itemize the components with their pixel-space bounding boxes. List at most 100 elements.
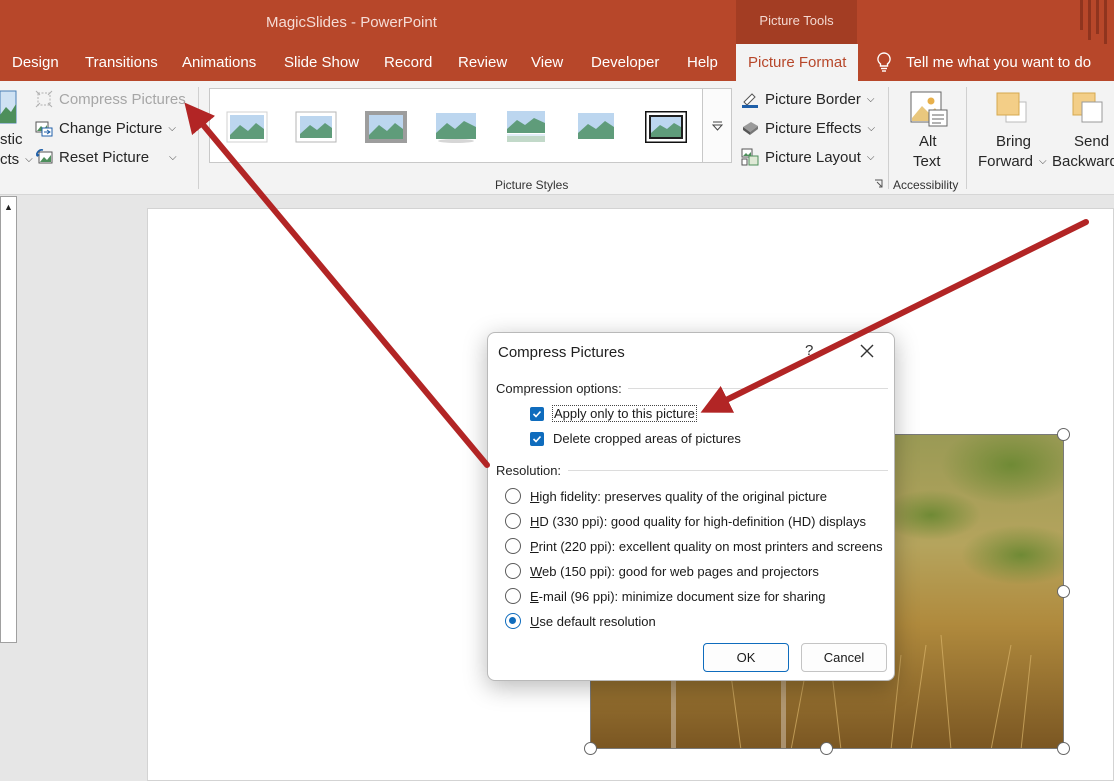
radio-label: High fidelity: preserves quality of the … [530,488,827,504]
chevron-down-icon: ⌵ [25,154,33,165]
decorative-lines-icon [1080,0,1107,44]
reset-picture-label: Reset Picture [59,148,150,166]
tab-view[interactable]: View [531,54,563,71]
help-button[interactable]: ? [805,342,813,359]
bring-forward-dropdown[interactable]: Forward ⌵ [978,153,1047,170]
picture-style-3[interactable] [365,111,407,143]
radio-high-fidelity[interactable]: High fidelity: preserves quality of the … [505,488,827,504]
radio-unselected-icon [505,588,521,604]
picture-layout-icon [741,148,759,166]
accessibility-group-label: Accessibility [893,178,959,192]
ribbon: stic cts ⌵ Compress Pictures Change Pictu… [0,81,1114,195]
radio-selected-icon [505,613,521,629]
ok-button[interactable]: OK [703,643,789,672]
chevron-down-icon: ⌵ [1039,156,1047,167]
reset-picture-icon [36,149,53,164]
picture-style-7[interactable] [645,111,687,143]
delete-cropped-checkbox[interactable]: Delete cropped areas of pictures [530,431,741,446]
artistic-effects-icon [0,90,17,124]
picture-style-6[interactable] [575,111,617,143]
gallery-expand-icon [711,121,723,131]
change-picture-icon [35,121,53,137]
tab-help[interactable]: Help [687,54,718,71]
tab-developer[interactable]: Developer [591,54,659,71]
resize-handle-bottom-right[interactable] [1057,742,1070,755]
radio-label: Print (220 ppi): excellent quality on mo… [530,538,883,554]
alt-text-button[interactable]: Alt Text [900,85,956,175]
tab-review[interactable]: Review [458,54,507,71]
resize-handle-top-right[interactable] [1057,428,1070,441]
alt-text-label-2: Text [913,153,941,170]
ribbon-separator [966,87,967,189]
picture-effects-button[interactable]: Picture Effects ⌵ [741,119,875,137]
radio-hd-330[interactable]: HD (330 ppi): good quality for high-defi… [505,513,866,529]
artistic-effects-button[interactable]: stic [0,131,23,148]
send-backward-icon [1072,92,1103,123]
picture-effects-label: Picture Effects [765,119,862,137]
section-divider [568,470,888,471]
picture-style-4[interactable] [435,111,477,143]
compress-pictures-button[interactable]: Compress Pictures [35,90,186,108]
resize-handle-bottom[interactable] [820,742,833,755]
radio-email-96[interactable]: E-mail (96 ppi): minimize document size … [505,588,826,604]
picture-layout-label: Picture Layout [765,148,861,166]
chevron-down-icon: ⌵ [867,122,876,134]
radio-default-resolution[interactable]: Use default resolution [505,613,656,629]
delete-cropped-label: Delete cropped areas of pictures [553,431,741,446]
tab-transitions[interactable]: Transitions [85,54,158,71]
tab-slide-show[interactable]: Slide Show [284,54,359,71]
tab-record[interactable]: Record [384,54,432,71]
checkbox-checked-icon [530,431,544,446]
ribbon-separator [888,87,889,189]
compress-pictures-dialog: Compress Pictures ? Compression options:… [487,332,895,681]
radio-print-220[interactable]: Print (220 ppi): excellent quality on mo… [505,538,883,554]
send-backward-button[interactable]: Send Backward [1052,85,1114,175]
radio-unselected-icon [505,513,521,529]
artistic-effects-dropdown[interactable]: cts ⌵ [0,151,33,168]
gallery-more-button[interactable] [702,88,732,163]
cancel-button[interactable]: Cancel [801,643,887,672]
bring-forward-button[interactable]: Bring Forward ⌵ [978,85,1050,175]
picture-effects-icon [743,122,758,135]
dialog-launcher-icon[interactable] [874,179,884,189]
resolution-heading: Resolution: [496,463,562,478]
picture-layout-button[interactable]: Picture Layout ⌵ [741,148,874,166]
artistic-effects-label-1: stic [0,131,23,148]
scroll-up-arrow-icon[interactable]: ▲ [1,197,16,217]
resize-handle-right[interactable] [1057,585,1070,598]
tab-design[interactable]: Design [12,54,59,71]
reset-picture-button[interactable]: Reset Picture ⌵ [35,148,177,166]
send-backward-label-1: Send [1074,133,1110,150]
chevron-down-icon: ⌵ [169,151,177,163]
alt-text-label-1: Alt [919,133,937,150]
title-bar: MagicSlides - PowerPoint Picture Tools [0,0,1114,44]
tab-animations[interactable]: Animations [182,54,256,71]
chevron-down-icon: ⌵ [866,93,875,105]
resize-handle-bottom-left[interactable] [584,742,597,755]
picture-style-2[interactable] [295,111,337,143]
apply-only-checkbox[interactable]: Apply only to this picture [530,405,697,422]
picture-border-label: Picture Border [765,90,861,108]
window-title: MagicSlides - PowerPoint [266,14,437,31]
chevron-down-icon: ⌵ [866,151,875,163]
radio-web-150[interactable]: Web (150 ppi): good for web pages and pr… [505,563,819,579]
tell-me-search[interactable]: Tell me what you want to do [876,52,1091,72]
slide-thumbnail-pane[interactable]: ▲ [0,196,17,643]
compress-pictures-icon [35,90,53,108]
picture-style-1[interactable] [226,111,268,143]
picture-styles-gallery [209,88,732,163]
lightbulb-icon [877,52,891,72]
dialog-title: Compress Pictures [498,344,625,361]
radio-unselected-icon [505,563,521,579]
radio-label: Use default resolution [530,613,656,629]
section-divider [628,388,888,389]
radio-label: Web (150 ppi): good for web pages and pr… [530,563,819,579]
close-icon[interactable] [857,341,877,361]
picture-styles-group-label: Picture Styles [495,178,569,192]
picture-style-5[interactable] [505,111,547,143]
change-picture-button[interactable]: Change Picture ⌵ [35,119,176,137]
radio-unselected-icon [505,488,521,504]
tab-picture-format[interactable]: Picture Format [736,44,859,81]
compress-pictures-label: Compress Pictures [59,90,186,108]
picture-border-button[interactable]: Picture Border ⌵ [741,90,874,108]
